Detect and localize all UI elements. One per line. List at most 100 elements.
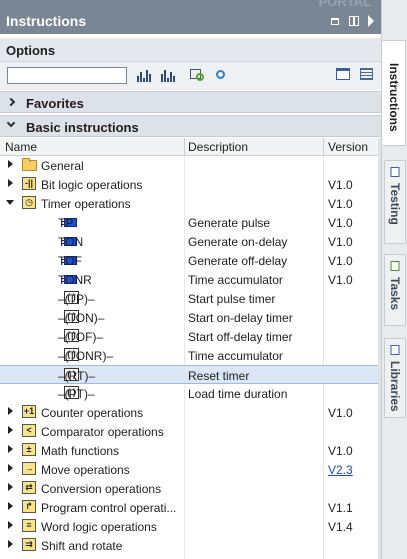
tree-row[interactable]: ( ) –(RT)– Reset timer [0,365,378,384]
expand-open-icon[interactable] [6,200,14,205]
tab-testing[interactable]: Testing [384,160,406,244]
chevron-right-icon [6,97,16,107]
expand-closed-icon[interactable] [8,160,13,168]
tree-row[interactable]: ( ) –(TP)– Start pulse timer [0,289,378,308]
tree-row[interactable]: ↱ Program control operati... V1.1 [0,498,378,517]
tree-row[interactable]: ◷ Timer operations V1.0 [0,194,378,213]
tree-row[interactable]: TP Generate pulse V1.0 [0,213,378,232]
search-down-icon[interactable] [137,68,151,82]
row-name: –(TOF)– [58,330,104,344]
expand-closed-icon[interactable] [8,464,13,472]
tree-row[interactable]: +1 Counter operations V1.0 [0,403,378,422]
tree-row[interactable]: → Move operations V2.3 [0,460,378,479]
tree-row[interactable]: ⇄ Conversion operations [0,479,378,498]
tab-libraries[interactable]: Libraries [384,338,406,418]
expand-closed-icon[interactable] [8,179,13,187]
row-name: Program control operati... [41,501,177,515]
libraries-icon [390,345,400,355]
testing-icon [390,167,400,177]
tree-row[interactable]: < Comparator operations [0,422,378,441]
tab-testing-label: Testing [388,183,402,225]
split-view-icon[interactable] [349,16,359,26]
word-logic-icon: ≡ [22,519,36,532]
tree-row[interactable]: -|| Bit logic operations V1.0 [0,175,378,194]
row-name: –(PT)– [58,387,95,401]
tree-row[interactable]: ± Math functions V1.0 [0,441,378,460]
row-name: Word logic operations [41,520,157,534]
expand-closed-icon[interactable] [8,445,13,453]
column-description[interactable]: Description [188,140,248,154]
tab-tasks[interactable]: Tasks [384,254,406,326]
version-link[interactable]: V2.3 [328,463,353,477]
basic-instructions-section[interactable]: Basic instructions [0,115,381,137]
counter-icon: +1 [22,405,36,418]
row-version: V1.0 [328,216,353,230]
edit-favorite-icon[interactable] [190,68,206,82]
row-name: General [41,159,84,173]
restore-icon[interactable] [331,16,341,26]
tree-row[interactable]: ( ) –(TON)– Start on-delay timer [0,308,378,327]
row-name: TP [58,216,74,230]
expand-closed-icon[interactable] [8,426,13,434]
tree-row[interactable]: ≡ Word logic operations V1.4 [0,517,378,536]
row-version: V1.0 [328,406,353,420]
row-name: Bit logic operations [41,178,143,192]
tree-row[interactable]: ( ) –(TOF)– Start off-delay timer [0,327,378,346]
timer-icon: ◷ [22,196,36,209]
list-view-icon[interactable] [360,68,373,80]
row-name: Move operations [41,463,130,477]
expand-closed-icon[interactable] [8,540,13,548]
row-name: –(RT)– [58,369,96,383]
basic-instructions-label: Basic instructions [26,120,139,135]
favorites-section[interactable]: Favorites [0,91,381,113]
expand-closed-icon[interactable] [8,483,13,491]
row-description: Start on-delay timer [188,311,293,325]
row-version: V1.0 [328,197,353,211]
tree-row[interactable]: General [0,156,378,175]
row-name: –(TON)– [58,311,105,325]
row-version: V1.0 [328,178,353,192]
program-control-icon: ↱ [22,500,36,513]
tree-row[interactable]: TON Generate on-delay V1.0 [0,232,378,251]
refresh-icon[interactable] [214,68,229,83]
tree-row[interactable]: TOF Generate off-delay V1.0 [0,251,378,270]
expand-closed-icon[interactable] [8,407,13,415]
tree-row[interactable]: ( ) –(TONR)– Time accumulator [0,346,378,365]
bit-logic-icon: -|| [22,177,36,190]
expand-closed-icon[interactable] [8,502,13,510]
row-name: –(TONR)– [58,349,114,363]
column-divider[interactable] [184,138,185,156]
move-icon: → [22,462,36,475]
column-divider[interactable] [323,138,324,156]
tree-row[interactable]: ( ) –(PT)– Load time duration [0,384,378,403]
search-up-icon[interactable] [161,68,175,82]
row-version: V1.0 [328,254,353,268]
tree-row[interactable]: TONR Time accumulator V1.0 [0,270,378,289]
options-header[interactable]: Options [0,38,381,62]
tab-instructions[interactable]: Instructions [382,40,406,146]
comparator-icon: < [22,424,36,437]
row-description: Start off-delay timer [188,330,293,344]
search-input[interactable] [7,67,127,84]
row-name: Conversion operations [41,482,162,496]
tasks-icon [390,261,400,271]
math-icon: ± [22,443,36,456]
row-name: Shift and rotate [41,539,123,553]
column-name[interactable]: Name [5,140,37,154]
side-tab-strip: Instructions Testing Tasks Libraries [381,0,407,559]
row-name: TOF [58,254,82,268]
row-version: V1.0 [328,273,353,287]
tree-row[interactable]: ⇉ Shift and rotate [0,536,378,555]
column-version[interactable]: Version [328,140,368,154]
row-description: Load time duration [188,387,288,401]
favorites-label: Favorites [26,96,84,111]
expand-closed-icon[interactable] [8,521,13,529]
conversion-icon: ⇄ [22,481,36,494]
row-name: Comparator operations [41,425,164,439]
row-version: V1.0 [328,444,353,458]
row-name: –(TP)– [58,292,95,306]
row-description: Generate off-delay [188,254,288,268]
row-description: Time accumulator [188,273,283,287]
collapse-arrow-icon[interactable] [368,15,374,27]
panel-view-icon[interactable] [336,68,350,80]
